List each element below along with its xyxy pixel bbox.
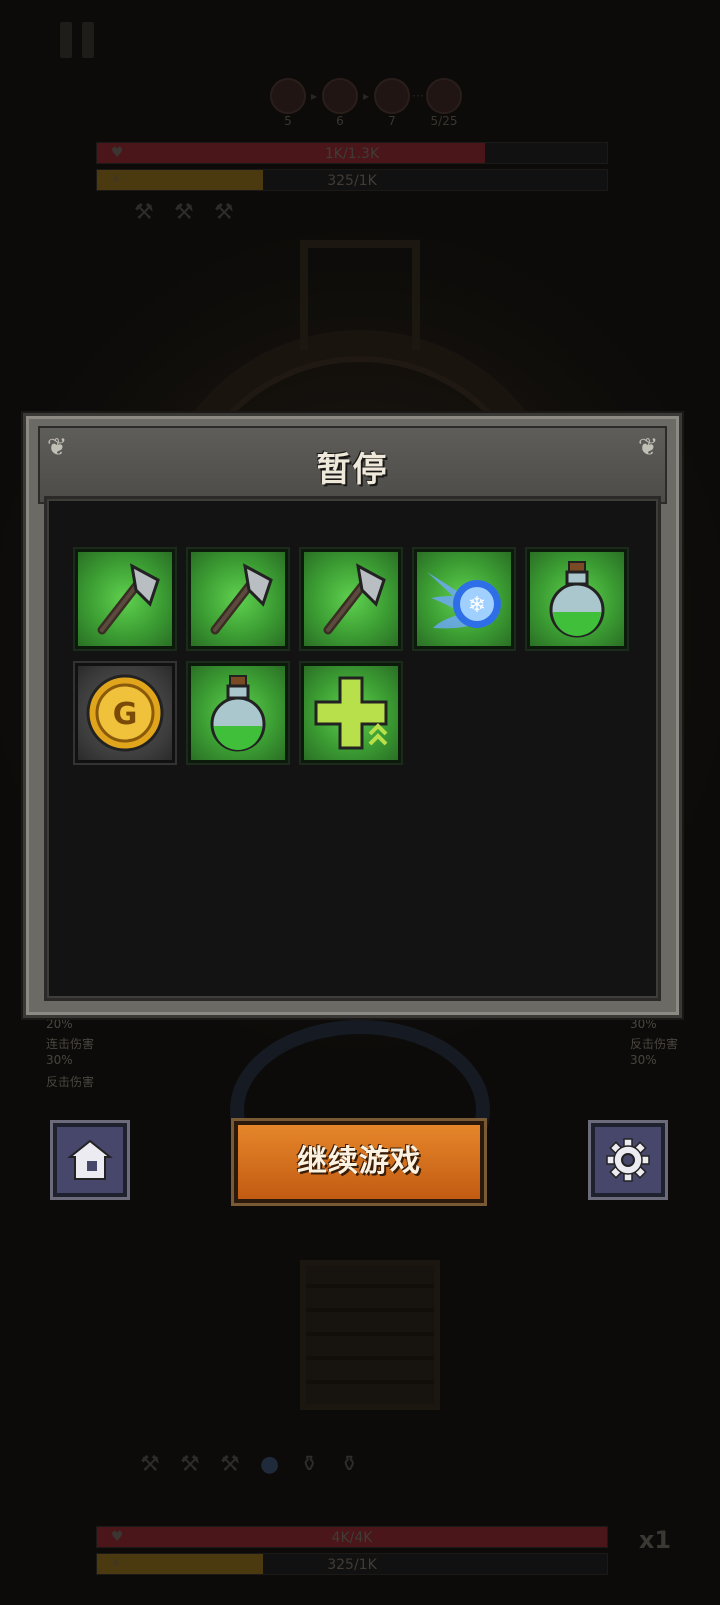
item-slot[interactable]	[73, 547, 177, 651]
right-stat-percent: 30%	[630, 1017, 657, 1031]
player-weapons: ⚒ ⚒ ⚒ ● ⚱ ⚱	[140, 1450, 366, 1480]
wave-number: 7	[388, 114, 396, 128]
game-speed-toggle[interactable]: x1	[630, 1520, 680, 1560]
potion-icon: ⚱	[340, 1452, 359, 1477]
svg-text:G: G	[113, 697, 138, 732]
inventory-area: ❄ G	[44, 496, 661, 1001]
skull-icon	[426, 78, 462, 114]
enemy-health-text: 1K/1.3K	[324, 146, 380, 162]
axe-icon: ⚒	[180, 1452, 200, 1477]
axe-icon: ⚒	[214, 200, 234, 225]
settings-button[interactable]	[591, 1123, 665, 1197]
wave-node: 5	[268, 78, 308, 128]
item-slot[interactable]: ❄	[412, 547, 516, 651]
arena-door	[300, 1260, 440, 1410]
arena-gate	[300, 240, 420, 350]
item-slot[interactable]: G	[73, 661, 177, 765]
enemy-energy-text: 325/1K	[327, 173, 377, 189]
enemy-energy-bar: ⚡ 325/1K	[96, 169, 608, 191]
continue-game-button[interactable]: 继续游戏	[234, 1121, 484, 1203]
left-combo-label: 连击伤害	[46, 1037, 95, 1051]
enemy-health-bar: ♥ 1K/1.3K	[96, 142, 608, 164]
svg-text:❄: ❄	[468, 593, 486, 618]
wave-number: 6	[336, 114, 344, 128]
axe-icon	[323, 563, 386, 635]
item-slot[interactable]	[299, 661, 403, 765]
item-slot[interactable]	[186, 661, 290, 765]
arrow-right-icon: ▸	[362, 89, 370, 103]
item-slot[interactable]	[186, 547, 290, 651]
left-combo-value: 30%	[46, 1053, 73, 1067]
skull-icon	[270, 78, 306, 114]
axe-icon	[210, 563, 273, 635]
wave-progress: 5 ▸ 6 ▸ 7 ··· 5/25	[268, 78, 464, 128]
ellipsis-icon: ···	[412, 89, 424, 103]
item-grid: ❄ G	[73, 547, 629, 765]
player-health-bar: ♥ 4K/4K	[96, 1526, 608, 1548]
axe-icon: ⚒	[140, 1452, 160, 1477]
pause-icon	[56, 22, 98, 58]
potion-icon	[549, 561, 605, 638]
right-counter-label: 反击伤害	[630, 1037, 679, 1051]
item-slot[interactable]	[299, 547, 403, 651]
crossed-swords-icon	[322, 78, 358, 114]
axe-icon	[97, 563, 160, 635]
continue-game-label: 继续游戏	[297, 1144, 421, 1179]
axe-icon: ⚒	[174, 200, 194, 225]
player-energy-bar: ⚡ 325/1K	[96, 1553, 608, 1575]
left-counter-label: 反击伤害	[46, 1075, 95, 1089]
health-plus-upgrade-icon	[314, 676, 388, 750]
potion-icon	[210, 675, 266, 752]
player-health-text: 4K/4K	[331, 1530, 373, 1546]
gear-icon	[606, 1138, 650, 1182]
crossed-swords-icon	[374, 78, 410, 114]
wave-node: 7	[372, 78, 412, 128]
home-icon	[67, 1139, 113, 1180]
pause-panel: 暂停 ❦ ❦ ❄ G	[23, 413, 682, 1018]
enemy-weapons: ⚒ ⚒ ⚒	[134, 198, 240, 228]
wave-node: 5/25	[424, 78, 464, 128]
gold-coin-icon: G	[86, 674, 164, 752]
right-counter-value: 30%	[630, 1053, 657, 1067]
left-stat-percent: 20%	[46, 1017, 73, 1031]
ice-fireball-icon: ❄	[427, 572, 501, 629]
item-slot[interactable]	[525, 547, 629, 651]
wave-node: 6	[320, 78, 360, 128]
ornament-icon: ❦	[46, 433, 68, 461]
player-energy-text: 325/1K	[327, 1557, 377, 1573]
ice-fireball-icon: ●	[260, 1452, 280, 1477]
home-button[interactable]	[53, 1123, 127, 1197]
axe-icon: ⚒	[134, 200, 154, 225]
axe-icon: ⚒	[220, 1452, 240, 1477]
ornament-icon: ❦	[637, 433, 659, 461]
arrow-right-icon: ▸	[310, 89, 318, 103]
wave-number: 5/25	[430, 114, 458, 128]
wave-number: 5	[284, 114, 292, 128]
potion-icon: ⚱	[300, 1452, 319, 1477]
panel-header: 暂停	[38, 426, 667, 504]
panel-title: 暂停	[316, 450, 389, 490]
